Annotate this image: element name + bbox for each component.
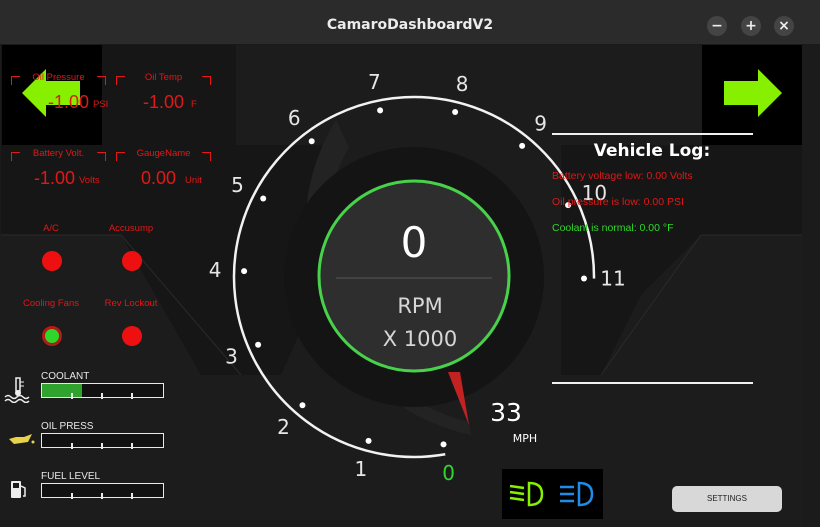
- headlight-indicators: [502, 469, 603, 519]
- tach-tick-label: 2: [277, 415, 290, 439]
- speed-value: 33: [490, 398, 522, 427]
- speed-unit: MPH: [513, 432, 537, 445]
- log-entry: Battery voltage low: 0.00 Volts: [552, 170, 693, 182]
- low-beam-icon: [509, 481, 544, 507]
- tach-tick-label: 0: [442, 461, 455, 485]
- tach-tick-label: 3: [225, 344, 238, 368]
- rpm-value: 0: [401, 218, 428, 267]
- log-top-rule: [552, 133, 753, 135]
- tach-tick-dot: [260, 195, 267, 202]
- tach-tick-dot: [580, 275, 587, 282]
- tach-tick-label: 11: [600, 267, 625, 291]
- tach-tick-dot: [452, 109, 459, 116]
- dashboard-panel: Oil Pressure -1.00 PSI Oil Temp -1.00 F …: [1, 45, 802, 527]
- tach-tick-label: 7: [368, 70, 381, 94]
- minimize-button[interactable]: −: [707, 16, 727, 36]
- tach-tick-dot: [255, 341, 262, 348]
- tach-tick-dot: [241, 268, 248, 275]
- tach-tick-dot: [519, 142, 526, 149]
- tach-tick-dot: [299, 402, 306, 409]
- tach-tick-label: 6: [288, 106, 301, 130]
- tach-tick-label: 1: [354, 457, 367, 481]
- tach-tick-label: 8: [456, 72, 469, 96]
- tach-tick-dot: [365, 437, 372, 444]
- window-title: CamaroDashboardV2: [326, 17, 494, 33]
- log-entry: Oil pressure is low: 0.00 PSI: [552, 196, 684, 208]
- maximize-button[interactable]: +: [741, 16, 761, 36]
- high-beam-icon: [560, 481, 594, 507]
- tach-tick-label: 9: [534, 111, 547, 135]
- tach-tick-label: 5: [231, 173, 244, 197]
- log-entry: Coolant is normal: 0.00 °F: [552, 222, 674, 234]
- tach-tick-label: 4: [209, 258, 222, 282]
- log-bottom-rule: [552, 382, 753, 384]
- settings-button[interactable]: SETTINGS: [672, 486, 782, 512]
- tachometer: 01234567 891011 0 RPM X 1000 33 MPH: [209, 70, 626, 485]
- rpm-label: RPM: [397, 294, 442, 318]
- rpm-multiplier-label: X 1000: [383, 327, 458, 351]
- close-button[interactable]: ×: [774, 16, 794, 36]
- tach-tick-dot: [377, 107, 384, 114]
- vehicle-log-title: Vehicle Log:: [593, 141, 711, 161]
- tach-tick-dot: [308, 138, 315, 145]
- title-bar: CamaroDashboardV2 − + ×: [0, 0, 820, 45]
- tach-tick-dot: [440, 441, 447, 448]
